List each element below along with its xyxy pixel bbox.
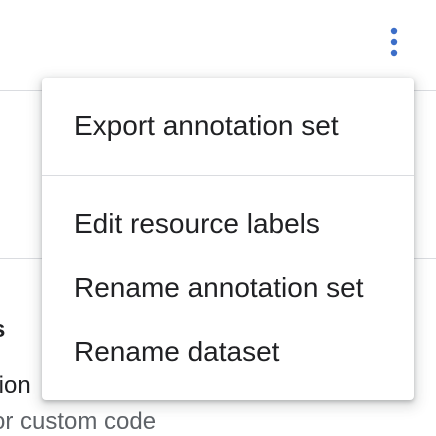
menu-divider <box>42 175 414 176</box>
more-options-button[interactable] <box>378 20 410 64</box>
menu-item-export-annotation-set[interactable]: Export annotation set <box>42 94 414 158</box>
menu-item-label: Export annotation set <box>74 110 339 141</box>
menu-item-label: Rename annotation set <box>74 272 364 303</box>
overflow-menu: Export annotation set Edit resource labe… <box>42 78 414 400</box>
background-heading: s <box>0 316 5 344</box>
menu-item-rename-annotation-set[interactable]: Rename annotation set <box>42 256 414 320</box>
background-row-text-2: or custom code <box>0 408 157 435</box>
more-vert-icon <box>390 27 398 57</box>
background-row-text: tion <box>0 372 31 399</box>
menu-item-label: Rename dataset <box>74 336 280 367</box>
menu-item-edit-resource-labels[interactable]: Edit resource labels <box>42 192 414 256</box>
menu-item-label: Edit resource labels <box>74 208 320 239</box>
menu-item-rename-dataset[interactable]: Rename dataset <box>42 320 414 384</box>
